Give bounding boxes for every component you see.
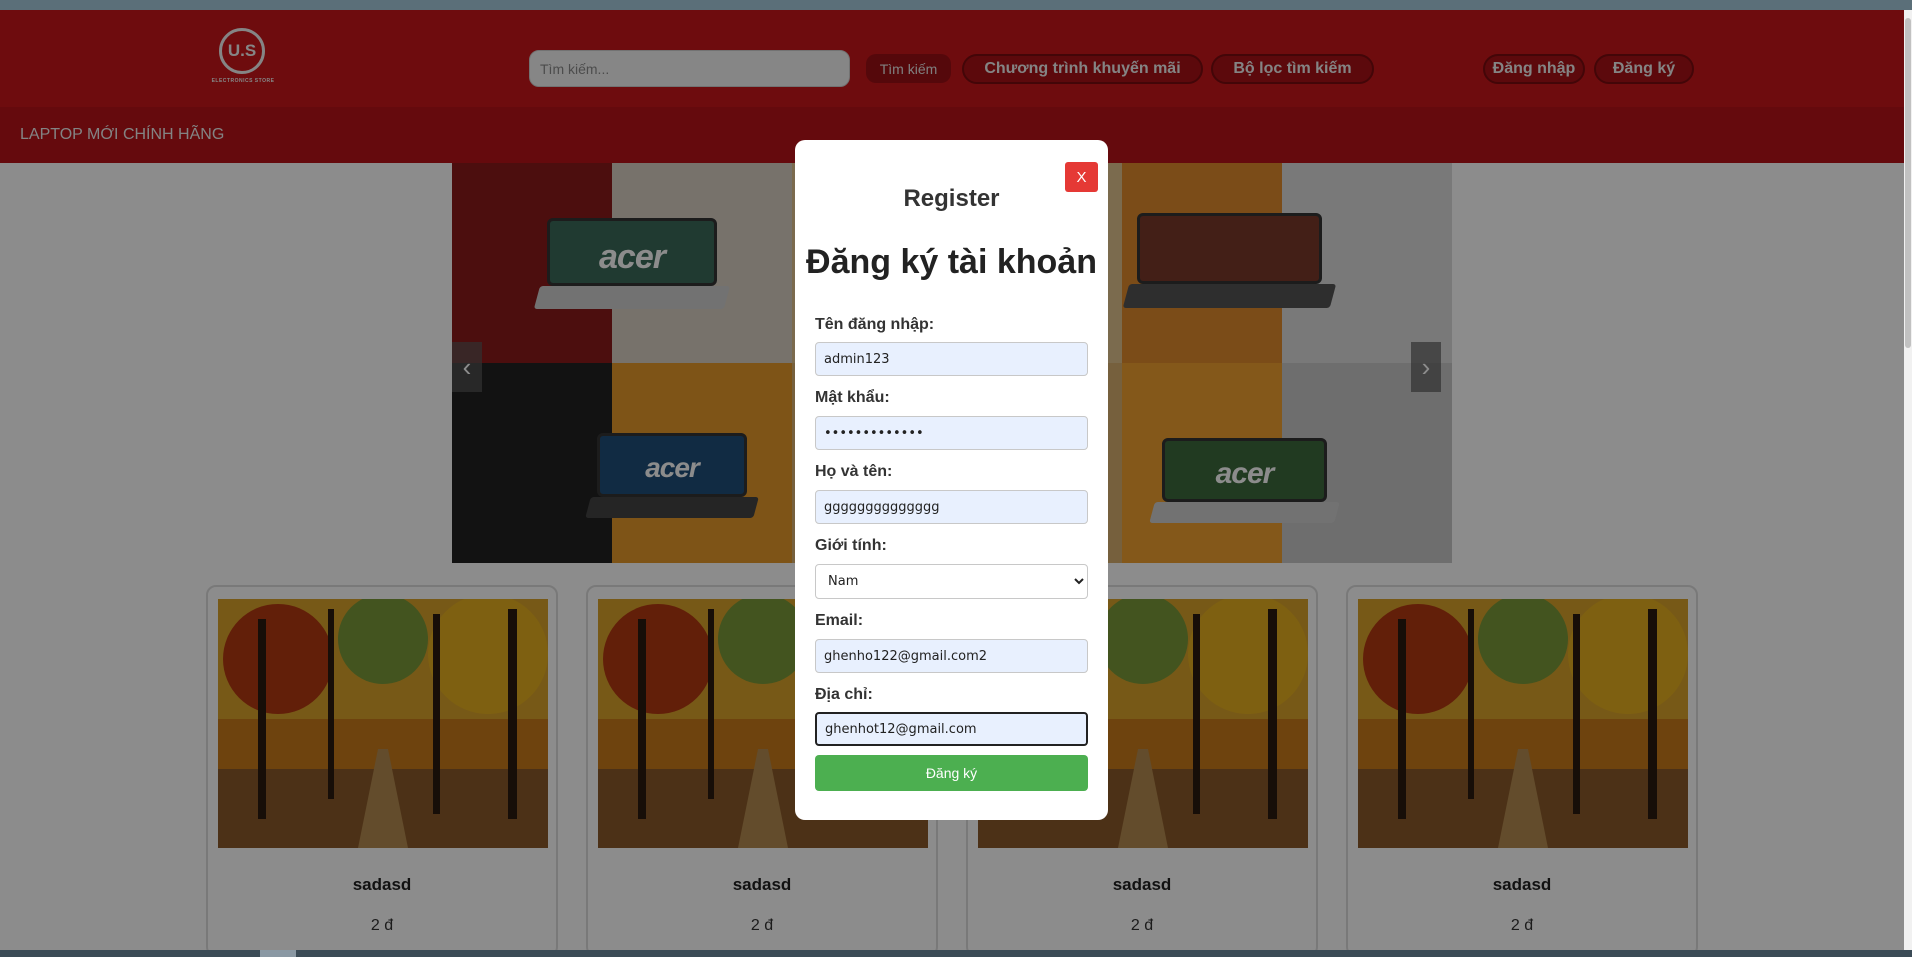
fullname-label: Họ và tên: bbox=[815, 463, 893, 480]
email-label: Email: bbox=[815, 612, 864, 629]
email-field[interactable] bbox=[815, 639, 1088, 673]
gender-label: Giới tính: bbox=[815, 537, 887, 554]
modal-title: Register bbox=[903, 185, 1000, 212]
modal-heading: Đăng ký tài khoản bbox=[806, 243, 1097, 281]
address-label: Địa chỉ: bbox=[815, 686, 873, 703]
gender-select[interactable]: Nam bbox=[815, 564, 1088, 599]
address-field[interactable] bbox=[815, 712, 1088, 746]
vertical-scrollbar[interactable] bbox=[1904, 10, 1912, 950]
username-label: Tên đăng nhập: bbox=[815, 316, 935, 333]
password-label: Mật khẩu: bbox=[815, 389, 890, 406]
username-field[interactable] bbox=[815, 342, 1088, 376]
submit-register-button[interactable]: Đăng ký bbox=[815, 755, 1088, 791]
password-field[interactable] bbox=[815, 416, 1088, 450]
bottom-bar bbox=[0, 950, 1912, 957]
register-modal: X Register Đăng ký tài khoản Tên đăng nh… bbox=[795, 140, 1108, 820]
browser-top-strip bbox=[0, 0, 1912, 10]
fullname-field[interactable] bbox=[815, 490, 1088, 524]
scrollbar-thumb[interactable] bbox=[1905, 18, 1911, 348]
bottom-bar-segment bbox=[260, 950, 296, 957]
